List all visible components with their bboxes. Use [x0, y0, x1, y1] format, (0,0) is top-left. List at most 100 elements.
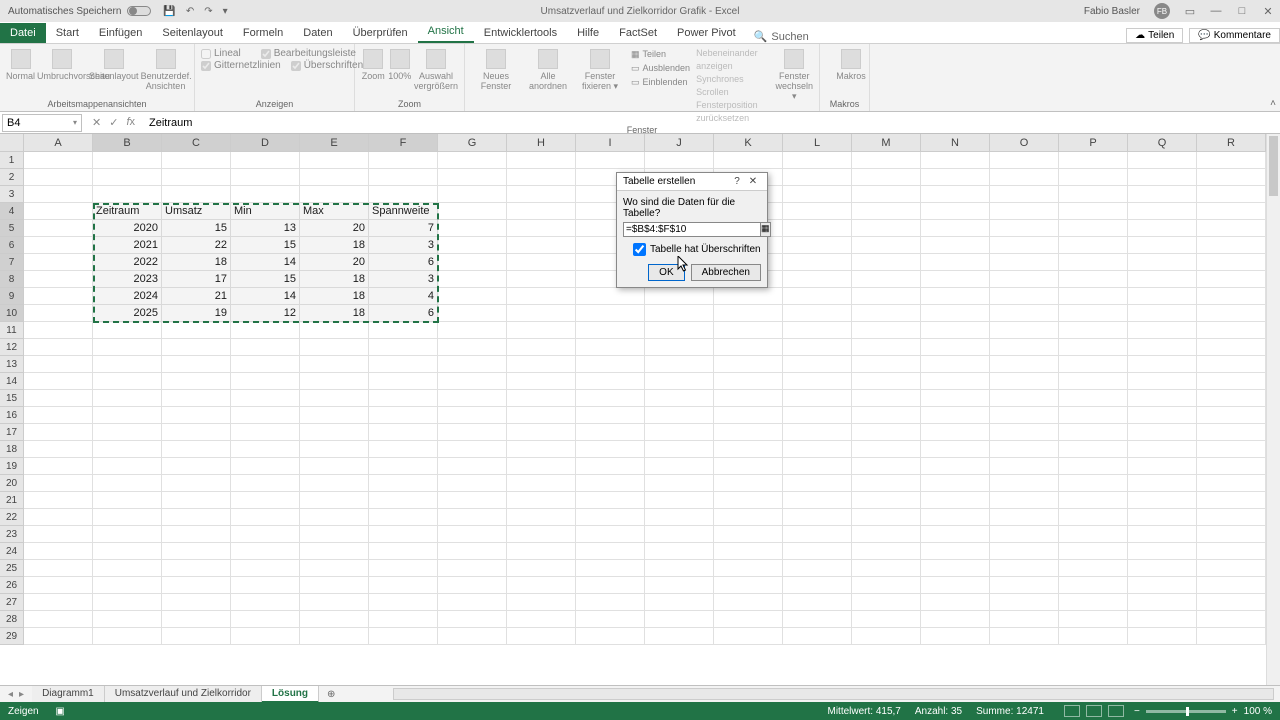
cell[interactable] — [1197, 424, 1266, 441]
cell[interactable] — [921, 203, 990, 220]
cell[interactable] — [783, 611, 852, 628]
row-header[interactable]: 12 — [0, 339, 24, 356]
user-avatar[interactable]: FB — [1154, 3, 1170, 19]
cell[interactable] — [990, 594, 1059, 611]
cell[interactable] — [1128, 254, 1197, 271]
cell[interactable] — [507, 339, 576, 356]
cell[interactable] — [1059, 475, 1128, 492]
cell[interactable] — [300, 356, 369, 373]
cell[interactable] — [990, 458, 1059, 475]
view-pagebreak-icon[interactable] — [1108, 705, 1124, 717]
cell[interactable] — [369, 441, 438, 458]
cell[interactable] — [921, 288, 990, 305]
row-header[interactable]: 7 — [0, 254, 24, 271]
cell[interactable] — [990, 186, 1059, 203]
name-box[interactable]: B4 ▾ — [2, 114, 82, 132]
row-header[interactable]: 6 — [0, 237, 24, 254]
cell[interactable] — [714, 356, 783, 373]
cell[interactable] — [1059, 611, 1128, 628]
cell[interactable] — [645, 424, 714, 441]
cell[interactable] — [93, 322, 162, 339]
cell[interactable] — [1128, 288, 1197, 305]
cell[interactable] — [300, 492, 369, 509]
row-header[interactable]: 2 — [0, 169, 24, 186]
cell[interactable] — [507, 254, 576, 271]
cell[interactable] — [1059, 373, 1128, 390]
cell[interactable] — [24, 237, 93, 254]
cell[interactable] — [24, 594, 93, 611]
cell[interactable] — [162, 441, 231, 458]
cell[interactable] — [507, 305, 576, 322]
cell[interactable] — [1197, 203, 1266, 220]
cell[interactable] — [852, 492, 921, 509]
cell[interactable] — [921, 356, 990, 373]
cell[interactable] — [921, 509, 990, 526]
cell[interactable] — [714, 441, 783, 458]
row-header[interactable]: 9 — [0, 288, 24, 305]
cell[interactable] — [1197, 271, 1266, 288]
cell[interactable] — [369, 475, 438, 492]
cell[interactable] — [783, 305, 852, 322]
cell[interactable] — [300, 186, 369, 203]
cell[interactable] — [783, 339, 852, 356]
namebox-dropdown-icon[interactable]: ▾ — [73, 118, 77, 127]
cell[interactable] — [507, 186, 576, 203]
100--button[interactable]: 100% — [387, 47, 411, 91]
cell[interactable] — [1197, 560, 1266, 577]
cell[interactable] — [576, 543, 645, 560]
tab-power pivot[interactable]: Power Pivot — [667, 23, 746, 43]
cell[interactable] — [1059, 509, 1128, 526]
col-header[interactable]: F — [369, 134, 438, 152]
cell[interactable] — [1059, 237, 1128, 254]
lineal-checkbox[interactable] — [201, 49, 211, 59]
macros-button[interactable]: Makros — [826, 47, 876, 81]
cell[interactable] — [1197, 492, 1266, 509]
cell[interactable] — [1197, 373, 1266, 390]
cell[interactable] — [93, 152, 162, 169]
cell[interactable] — [921, 611, 990, 628]
cell[interactable] — [783, 356, 852, 373]
cell[interactable] — [921, 220, 990, 237]
autosave-toggle[interactable] — [127, 6, 151, 16]
cell[interactable] — [1128, 543, 1197, 560]
col-header[interactable]: B — [93, 134, 162, 152]
cell[interactable] — [369, 373, 438, 390]
cell[interactable] — [1128, 220, 1197, 237]
cell[interactable] — [852, 373, 921, 390]
cell[interactable] — [645, 152, 714, 169]
cell[interactable] — [1059, 628, 1128, 645]
row-header[interactable]: 26 — [0, 577, 24, 594]
cell[interactable] — [369, 526, 438, 543]
cell[interactable]: 18 — [162, 254, 231, 271]
row-header[interactable]: 13 — [0, 356, 24, 373]
cell[interactable] — [438, 509, 507, 526]
cell[interactable] — [300, 543, 369, 560]
cell[interactable] — [1128, 356, 1197, 373]
row-header[interactable]: 14 — [0, 373, 24, 390]
cell[interactable] — [783, 560, 852, 577]
cell[interactable] — [1128, 424, 1197, 441]
cell[interactable]: 6 — [369, 254, 438, 271]
cell[interactable] — [507, 526, 576, 543]
cell[interactable] — [1197, 441, 1266, 458]
cell[interactable] — [93, 577, 162, 594]
cell[interactable] — [576, 407, 645, 424]
cell[interactable] — [93, 424, 162, 441]
cell[interactable] — [783, 237, 852, 254]
row-header[interactable]: 10 — [0, 305, 24, 322]
cell[interactable] — [231, 339, 300, 356]
cell[interactable] — [438, 492, 507, 509]
cell[interactable] — [1197, 543, 1266, 560]
enter-formula-icon[interactable]: ✓ — [109, 116, 118, 129]
cell[interactable] — [1059, 492, 1128, 509]
cell[interactable] — [852, 237, 921, 254]
cell[interactable] — [231, 356, 300, 373]
cell[interactable] — [24, 509, 93, 526]
cell[interactable] — [990, 509, 1059, 526]
cell[interactable] — [645, 611, 714, 628]
cell[interactable] — [93, 594, 162, 611]
cell[interactable] — [852, 407, 921, 424]
cell[interactable] — [1197, 356, 1266, 373]
cell[interactable] — [714, 611, 783, 628]
cell[interactable] — [1128, 577, 1197, 594]
